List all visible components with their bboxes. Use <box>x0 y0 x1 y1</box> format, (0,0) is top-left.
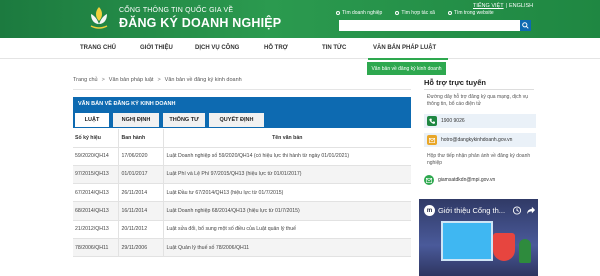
breadcrumb-legal-docs[interactable]: Văn bản pháp luật <box>109 77 154 83</box>
nav-legal-docs[interactable]: VĂN BẢN PHÁP LUẬT <box>373 45 436 51</box>
envelope-icon <box>424 175 434 185</box>
doc-issued: 26/11/2014 <box>118 183 164 203</box>
breadcrumb-divider <box>73 89 411 90</box>
radio-business-label: Tìm doanh nghiệp <box>342 10 383 16</box>
doc-title-link[interactable]: Luật sửa đổi, bổ sung một số điều của Lu… <box>163 220 411 239</box>
support-email-address: hotro@dangkykinhdoanh.gov.vn <box>441 137 513 143</box>
site-logo-icon[interactable] <box>88 5 110 31</box>
col-header-issued: Ban hành <box>118 129 164 148</box>
doc-issued: 16/11/2014 <box>118 201 164 221</box>
mail-icon <box>427 135 437 145</box>
tab-law[interactable]: LUẬT <box>75 113 109 127</box>
doc-issued: 20/11/2012 <box>118 220 164 239</box>
nav-about[interactable]: GIỚI THIỆU <box>140 45 173 51</box>
radio-dot-icon <box>336 11 340 15</box>
lang-separator: | <box>506 3 508 9</box>
doc-number: 21/2012/QH13 <box>73 220 119 239</box>
doc-title-link[interactable]: Luật Quản lý thuế số 78/2006/QH11 <box>163 238 411 258</box>
breadcrumb: Trang chủ > Văn bản pháp luật > Văn bản … <box>73 74 411 86</box>
breadcrumb-current: Văn bản về đăng ký kinh doanh <box>164 77 242 83</box>
brand-line2: ĐĂNG KÝ DOANH NGHIỆP <box>119 16 282 30</box>
video-screen-illustration <box>441 221 493 261</box>
radio-dot-icon <box>395 11 400 15</box>
table-row[interactable]: 68/2014/QH13 16/11/2014 Luật Doanh nghiệ… <box>73 201 411 221</box>
site-header: CỔNG THÔNG TIN QUỐC GIA VỀ ĐĂNG KÝ DOANH… <box>0 0 600 38</box>
watch-later-icon[interactable] <box>512 206 522 215</box>
brand-line1: CỔNG THÔNG TIN QUỐC GIA VỀ <box>119 7 234 14</box>
radio-website-label: Tìm trong website <box>453 10 494 16</box>
support-title: Hỗ trợ trực tuyến <box>424 78 487 87</box>
lang-english-link[interactable]: ENGLISH <box>509 3 533 9</box>
tab-decision[interactable]: QUYẾT ĐỊNH <box>209 113 264 127</box>
documents-panel-title: VĂN BẢN VỀ ĐĂNG KÝ KINH DOANH <box>73 97 411 111</box>
radio-business[interactable]: Tìm doanh nghiệp <box>336 10 382 16</box>
search-scope-radios: Tìm doanh nghiệp Tìm hợp tác xã Tìm tron… <box>336 10 494 16</box>
doc-number: 59/2020/QH14 <box>73 147 119 166</box>
video-shield-illustration <box>493 233 515 261</box>
table-row[interactable]: 97/2015/QH13 01/01/2017 Luật Phí và Lệ P… <box>73 165 411 185</box>
phone-icon <box>427 116 437 126</box>
support-phone-number: 1900 9026 <box>441 118 465 124</box>
nav-support[interactable]: HỖ TRỢ <box>264 45 288 51</box>
intro-video-player[interactable]: m Giới thiệu Cổng th... <box>419 199 538 276</box>
main-nav: TRANG CHỦ GIỚI THIỆU DỊCH VỤ CÔNG HỖ TRỢ… <box>0 38 600 59</box>
search-icon <box>522 22 529 29</box>
table-header-row: Số ký hiệu Ban hành Tên văn bản <box>73 129 411 148</box>
support-description: Đường dây hỗ trợ đăng ký qua mạng, dịch … <box>427 94 529 107</box>
table-row[interactable]: 78/2006/QH11 29/11/2006 Luật Quản lý thu… <box>73 238 411 258</box>
radio-website[interactable]: Tìm trong website <box>447 10 494 16</box>
table-row[interactable]: 21/2012/QH13 20/11/2012 Luật sửa đổi, bổ… <box>73 220 411 239</box>
doc-title-link[interactable]: Luật Đầu tư 67/2014/QH13 (hiệu lực từ 01… <box>163 183 411 203</box>
video-plant-illustration <box>519 239 531 263</box>
breadcrumb-separator: > <box>157 77 161 83</box>
nav-news[interactable]: TIN TỨC <box>322 45 346 51</box>
support-email[interactable]: hotro@dangkykinhdoanh.gov.vn <box>424 133 536 147</box>
breadcrumb-home[interactable]: Trang chủ <box>73 77 98 83</box>
doc-title-link[interactable]: Luật Phí và Lệ Phí 97/2015/QH13 (hiệu lự… <box>163 165 411 185</box>
col-header-title: Tên văn bản <box>163 129 411 148</box>
search-button[interactable] <box>520 20 531 31</box>
support-divider <box>424 89 534 90</box>
radio-dot-icon <box>447 11 452 15</box>
doc-number: 78/2006/QH11 <box>73 238 119 258</box>
feedback-email-address: giamsatdkdn@mpi.gov.vn <box>438 177 496 183</box>
share-icon[interactable] <box>526 206 536 215</box>
tab-circular[interactable]: THÔNG TƯ <box>163 113 205 127</box>
lang-vietnamese-link[interactable]: TIẾNG VIỆT <box>473 3 504 9</box>
doc-number: 97/2015/QH13 <box>73 165 119 185</box>
doc-number: 67/2014/QH13 <box>73 183 119 203</box>
table-row[interactable]: 67/2014/QH13 26/11/2014 Luật Đầu tư 67/2… <box>73 183 411 203</box>
doc-number: 68/2014/QH13 <box>73 201 119 221</box>
nav-home[interactable]: TRANG CHỦ <box>80 45 116 51</box>
doc-title-link[interactable]: Luật Doanh nghiệp số 59/2020/QH14 (có hi… <box>163 147 411 166</box>
table-row[interactable]: 59/2020/QH14 17/06/2020 Luật Doanh nghiệ… <box>73 147 411 166</box>
documents-table: Số ký hiệu Ban hành Tên văn bản 59/2020/… <box>73 129 411 258</box>
radio-cooperative[interactable]: Tìm hợp tác xã <box>395 10 435 16</box>
doc-title-link[interactable]: Luật Doanh nghiệp 68/2014/QH13 (hiệu lực… <box>163 201 411 221</box>
channel-avatar[interactable]: m <box>424 205 435 216</box>
radio-cooperative-label: Tìm hợp tác xã <box>401 10 435 16</box>
nav-active-indicator <box>368 58 448 60</box>
breadcrumb-separator: > <box>101 77 105 83</box>
feedback-email[interactable]: giamsatdkdn@mpi.gov.vn <box>424 175 495 185</box>
col-header-number: Số ký hiệu <box>73 129 119 148</box>
feedback-description: Hộp thư tiếp nhận phản ánh về đăng ký do… <box>427 153 531 166</box>
doc-issued: 01/01/2017 <box>118 165 164 185</box>
doc-issued: 29/11/2006 <box>118 238 164 258</box>
nav-public-services[interactable]: DỊCH VỤ CÔNG <box>195 45 239 51</box>
tab-decree[interactable]: NGHỊ ĐỊNH <box>113 113 159 127</box>
support-phone[interactable]: 1900 9026 <box>424 114 536 128</box>
doc-issued: 17/06/2020 <box>118 147 164 166</box>
search-input[interactable] <box>339 20 520 31</box>
video-title[interactable]: Giới thiệu Cổng th... <box>438 206 505 215</box>
